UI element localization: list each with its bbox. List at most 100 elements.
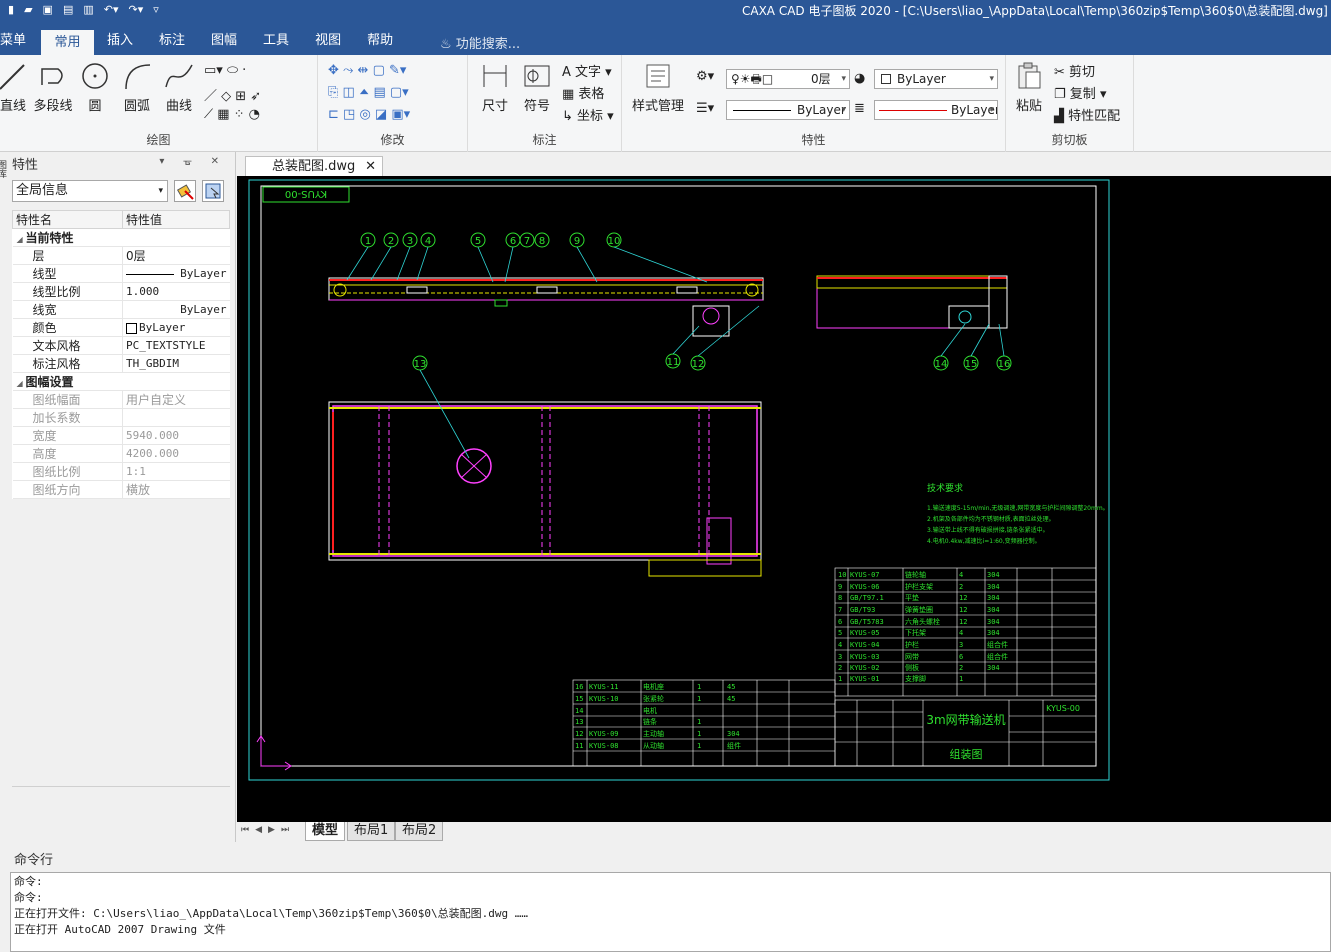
- customize-icon[interactable]: ▿: [153, 3, 159, 16]
- print-icon[interactable]: ▥: [83, 3, 93, 16]
- tab-model[interactable]: 模型: [305, 822, 346, 841]
- quick-select-button[interactable]: [202, 180, 224, 202]
- curve-button[interactable]: 曲线: [164, 61, 194, 114]
- section-sheet[interactable]: ◢ 图幅设置: [12, 372, 230, 391]
- copy-clip-tool[interactable]: ❐ 复制 ▾: [1054, 83, 1106, 102]
- circle-button[interactable]: 圆: [80, 61, 110, 114]
- drawing-canvas[interactable]: KYUS-00 1 2 3 4 5 6 7 8 9 10 11 12 13 14…: [237, 176, 1331, 824]
- command-output[interactable]: 命令: 命令: 正在打开文件: C:\Users\liao_\AppData\L…: [10, 872, 1331, 952]
- line-button[interactable]: 直线: [0, 61, 28, 114]
- style-manager-button[interactable]: 样式管理: [630, 61, 686, 114]
- title-bar: ▮ ▰ ▣ ▤ ▥ ↶▾ ↷▾ ▿ CAXA CAD 电子图板 2020 - […: [0, 0, 1331, 55]
- color-dropdown[interactable]: ByLayer: [874, 69, 998, 89]
- panel-controls[interactable]: ▾ ᚗ ✕: [159, 156, 227, 167]
- cut-tool[interactable]: ✂ 剪切: [1054, 61, 1095, 80]
- group-annotate-label: 标注: [532, 133, 557, 147]
- color-wheel-icon[interactable]: ◕: [854, 71, 865, 86]
- svg-text:KYUS-06: KYUS-06: [850, 583, 880, 591]
- match-properties-tool[interactable]: ▟ 特性匹配: [1054, 105, 1120, 124]
- misc-draw-tool[interactable]: ⟋ ▦ ⁘ ◔: [204, 107, 260, 122]
- linewidth-icon[interactable]: ≣: [854, 101, 865, 116]
- table-row[interactable]: 颜色 ByLayer: [12, 318, 230, 337]
- open-icon[interactable]: ▰: [24, 3, 32, 16]
- table-row[interactable]: 标注风格 TH_GBDIM: [12, 354, 230, 373]
- svg-text:弹簧垫圈: 弹簧垫圈: [905, 605, 933, 614]
- tab-sheet[interactable]: 图幅: [198, 28, 250, 55]
- library-side-tab[interactable]: 图库: [0, 160, 8, 220]
- table-row[interactable]: 文本风格 PC_TEXTSTYLE: [12, 336, 230, 355]
- saveas-icon[interactable]: ▤: [63, 3, 73, 16]
- line-icon: [0, 64, 25, 90]
- group-modify: ✥ ⤳ ⇹ ▢ ✎▾ ⎘ ◫ ⏶ ▤ ▢▾ ⊏ ◳ ◎ ◪ ▣▾ 修改: [318, 55, 468, 152]
- rect-tool[interactable]: ▭▾ ⬭ ·: [204, 63, 246, 78]
- tab-insert[interactable]: 插入: [94, 28, 146, 55]
- tab-view[interactable]: 视图: [302, 28, 354, 55]
- coordinate-tool[interactable]: ↳ 坐标 ▾: [562, 105, 614, 124]
- layer-dropdown[interactable]: ♀☀🖶□ 0层: [726, 69, 850, 89]
- text-tool[interactable]: A 文字 ▾: [562, 61, 612, 80]
- save-icon[interactable]: ▣: [43, 3, 53, 16]
- table-row[interactable]: 线型 ByLayer: [12, 264, 230, 283]
- paste-button[interactable]: 粘贴: [1012, 61, 1046, 114]
- layout-nav-icons[interactable]: ⏮◀▶⏭: [241, 825, 295, 835]
- eraser-icon: [176, 184, 194, 200]
- scope-selector[interactable]: 全局信息: [12, 180, 168, 202]
- polyline-button[interactable]: 多段线: [32, 61, 74, 114]
- tab-help[interactable]: 帮助: [354, 28, 406, 55]
- svg-text:5: 5: [475, 236, 481, 247]
- new-icon[interactable]: ▮: [8, 3, 14, 16]
- function-search[interactable]: ♨ 功能搜索...: [440, 33, 520, 52]
- section-current[interactable]: ◢ 当前特性: [12, 228, 230, 247]
- tab-common[interactable]: 常用: [41, 28, 94, 55]
- linewidth-dropdown[interactable]: ByLayer: [874, 100, 998, 120]
- tech-line: 3.输送带上线不得有破损拼接,链条张紧适中。: [927, 526, 1049, 534]
- svg-text:GB/T5783: GB/T5783: [850, 618, 884, 626]
- tab-layout1[interactable]: 布局1: [347, 822, 396, 841]
- coordinate-icon: ↳: [562, 109, 578, 124]
- svg-text:304: 304: [987, 629, 1000, 637]
- table-row[interactable]: 层 0层: [12, 246, 230, 265]
- panel-title: 特性: [12, 158, 39, 173]
- svg-text:KYUS-05: KYUS-05: [850, 629, 880, 637]
- tech-requirements: 技术要求 1.输送速度5-15m/min,无级调速,网带宽度与护栏间隙调整20m…: [927, 482, 1109, 545]
- arc-button[interactable]: 圆弧: [122, 61, 152, 114]
- command-line: 正在打开文件: C:\Users\liao_\AppData\Local\Tem…: [14, 907, 528, 920]
- tab-layout2[interactable]: 布局2: [395, 822, 444, 841]
- document-tab[interactable]: 总装配图.dwg ✕: [245, 156, 383, 178]
- array-tool[interactable]: ⊏ ◳ ◎ ◪ ▣▾: [328, 107, 410, 122]
- svg-text:GB/T97.1: GB/T97.1: [850, 594, 884, 602]
- group-properties: 样式管理 ⚙▾ ☰▾ ♀☀🖶□0层 ◕ ByLayer ByLayer ≣ By…: [622, 55, 1006, 152]
- svg-text:2: 2: [388, 236, 394, 247]
- move-tool[interactable]: ✥ ⤳ ⇹ ▢ ✎▾: [328, 63, 406, 78]
- undo-icon[interactable]: ↶▾: [104, 3, 119, 16]
- svg-text:10: 10: [838, 571, 846, 579]
- svg-text:护栏: 护栏: [905, 640, 919, 649]
- symbol-button[interactable]: 符号: [520, 61, 554, 114]
- hatch-tool[interactable]: ／ ◇ ⊞ ➶: [204, 85, 261, 104]
- drawing-svg[interactable]: KYUS-00 1 2 3 4 5 6 7 8 9 10 11 12 13 14…: [237, 176, 1331, 824]
- svg-text:7: 7: [838, 606, 842, 614]
- tab-menu[interactable]: 菜单: [0, 28, 40, 55]
- group-draw: 直线 多段线 圆 圆弧 曲线 ▭▾ ⬭ · ／ ◇ ⊞ ➶ ⟋ ▦ ⁘ ◔ 绘图: [0, 55, 318, 152]
- tab-annotate[interactable]: 标注: [146, 28, 198, 55]
- text-icon: A: [562, 65, 576, 80]
- tab-tools[interactable]: 工具: [250, 28, 302, 55]
- clear-selection-button[interactable]: [174, 180, 196, 202]
- svg-text:12: 12: [959, 618, 967, 626]
- linetype-list-icon[interactable]: ☰▾: [696, 101, 714, 116]
- ucs-icon: [256, 735, 292, 771]
- close-icon[interactable]: ✕: [365, 157, 376, 177]
- layout-tabs: ⏮◀▶⏭ 模型 布局1 布局2: [237, 822, 1331, 842]
- linetype-dropdown[interactable]: ByLayer: [726, 100, 850, 120]
- property-table: 特性名 特性值 ◢ 当前特性 层 0层 线型 ByLayer 线型比例 1.000 线…: [12, 210, 230, 499]
- table-tool[interactable]: ▦ 表格: [562, 83, 604, 102]
- dimension-button[interactable]: 尺寸: [478, 61, 512, 114]
- redo-icon[interactable]: ↷▾: [129, 3, 144, 16]
- column-header-value: 特性值: [122, 210, 230, 229]
- svg-text:侧板: 侧板: [905, 663, 919, 672]
- layer-tool-icon[interactable]: ⚙▾: [696, 69, 714, 84]
- copy-tool[interactable]: ⎘ ◫ ⏶ ▤ ▢▾: [328, 85, 409, 100]
- table-row[interactable]: 线型比例 1.000: [12, 282, 230, 301]
- table-row[interactable]: 线宽 ByLayer: [12, 300, 230, 319]
- circle-icon: [82, 63, 108, 89]
